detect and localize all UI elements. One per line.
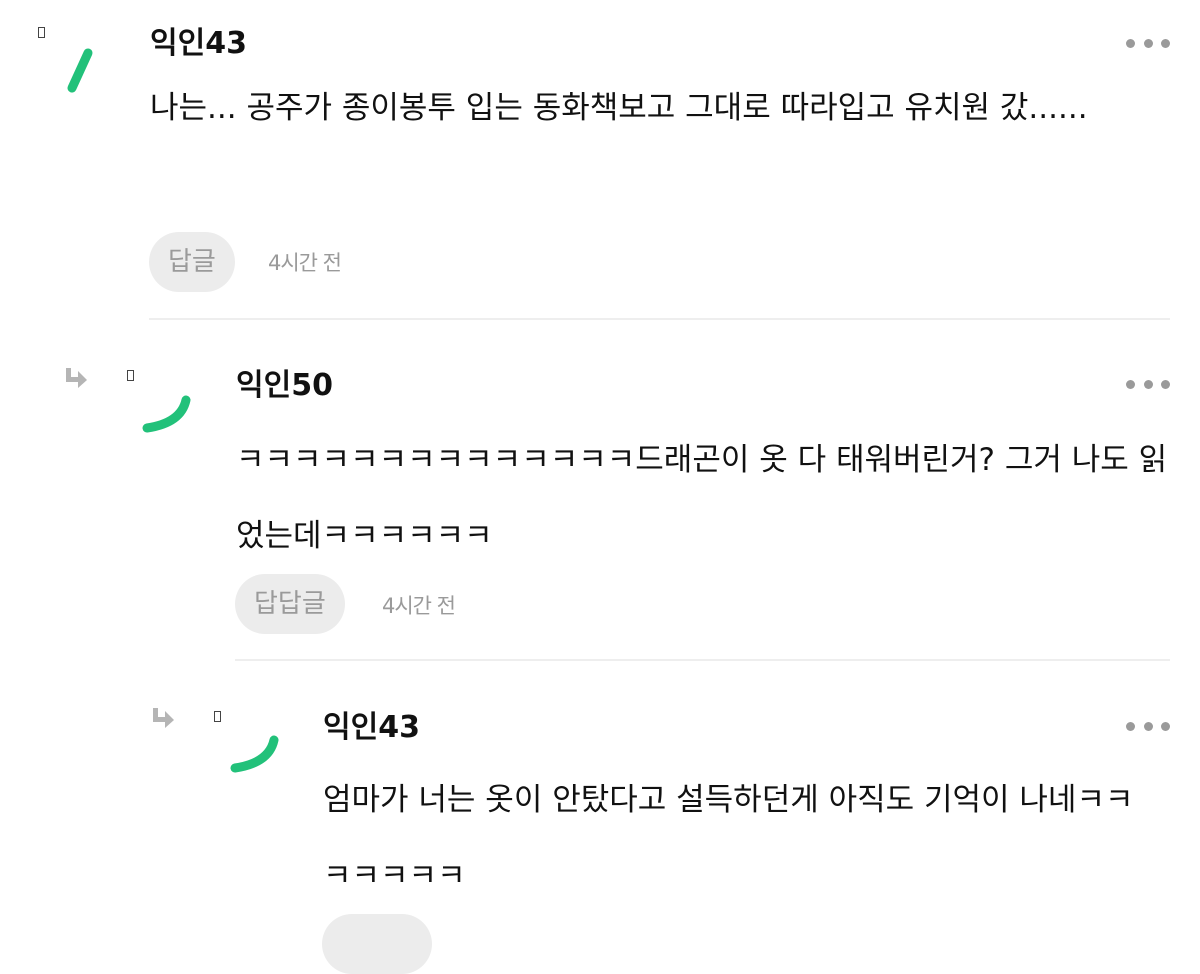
comment-author[interactable]: 익인43 — [150, 26, 247, 62]
comment-text: ㅋㅋㅋㅋㅋㅋㅋㅋㅋㅋㅋㅋㅋㅋ드래곤이 옷 다 태워버린거? 그거 나도 읽었는데… — [236, 442, 1168, 554]
comment-text: 나는... 공주가 종이봉투 입는 동화책보고 그대로 따라입고 유치원 갔..… — [150, 90, 1088, 126]
reply-item: 익인50 ㅋㅋㅋㅋㅋㅋㅋㅋㅋㅋㅋㅋㅋㅋ드래곤이 옷 다 태워버린거? 그거 나도… — [0, 330, 1200, 670]
broken-image-icon — [214, 711, 221, 722]
more-options-icon[interactable] — [1126, 37, 1170, 49]
comment-timestamp: 4시간 전 — [382, 594, 456, 618]
comment-item: 익인43 나는... 공주가 종이봉투 입는 동화책보고 그대로 따라입고 유치… — [0, 0, 1200, 330]
divider — [235, 659, 1170, 661]
comment-text: 엄마가 너는 옷이 안탔다고 설득하던게 아직도 기억이 나네ㅋㅋㅋㅋㅋㅋㅋ — [323, 782, 1134, 894]
more-options-icon[interactable] — [1126, 378, 1170, 390]
reply-item: 익인43 엄마가 너는 옷이 안탔다고 설득하던게 아직도 기억이 나네ㅋㅋㅋㅋ… — [0, 670, 1200, 974]
reply-button[interactable] — [322, 914, 432, 974]
reply-arrow-icon — [153, 708, 174, 728]
more-options-icon[interactable] — [1126, 720, 1170, 732]
broken-image-icon — [127, 370, 134, 381]
reply-arrow-icon — [66, 368, 87, 388]
comment-author[interactable]: 익인50 — [236, 368, 333, 404]
avatar[interactable] — [223, 718, 283, 778]
divider — [149, 318, 1170, 320]
comment-timestamp: 4시간 전 — [268, 251, 342, 275]
avatar[interactable] — [137, 378, 197, 438]
avatar[interactable] — [48, 36, 108, 96]
comment-author[interactable]: 익인43 — [323, 710, 420, 746]
reply-button[interactable]: 답답글 — [235, 574, 345, 634]
broken-image-icon — [38, 27, 45, 38]
reply-button[interactable]: 답글 — [149, 232, 235, 292]
